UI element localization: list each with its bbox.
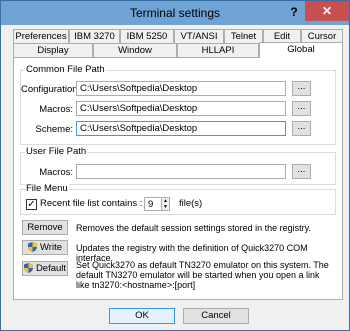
default-description: Set Quick3270 as default TN3270 emulator… [76, 260, 329, 290]
tab-window[interactable]: Window [93, 43, 177, 57]
tab-cursor[interactable]: Cursor [301, 29, 343, 43]
user-macros-browse-button[interactable]: ... [292, 164, 311, 179]
macros-browse-button[interactable]: ... [292, 101, 311, 116]
tab-edit[interactable]: Edit [263, 29, 301, 43]
macros-label: Macros: [39, 104, 73, 115]
write-button[interactable]: Write [22, 240, 68, 255]
tab-vt-ansi[interactable]: VT/ANSI [174, 29, 224, 43]
uac-shield-icon [28, 242, 37, 253]
scheme-label: Scheme: [35, 124, 74, 135]
uac-shield-icon [23, 263, 33, 274]
tab-ibm5250[interactable]: IBM 5250 [120, 29, 174, 43]
recent-file-list-label: Recent file list contains : [40, 198, 143, 209]
ok-button[interactable]: OK [109, 308, 175, 324]
scheme-path-input[interactable]: C:\Users\Softpedia\Desktop [76, 121, 286, 136]
close-button[interactable]: ✕ [305, 1, 349, 21]
tab-preferences[interactable]: Preferences [13, 29, 69, 43]
configuration-path-input[interactable]: C:\Users\Softpedia\Desktop [76, 81, 286, 96]
recent-file-count-spinner[interactable]: ▲ ▼ [161, 197, 170, 211]
user-file-path-title: User File Path [25, 146, 88, 157]
macros-path-input[interactable]: C:\Users\Softpedia\Desktop [76, 101, 286, 116]
remove-button[interactable]: Remove [22, 220, 68, 235]
common-file-path-group: Common File Path Configuration: C:\Users… [20, 64, 336, 145]
scheme-browse-button[interactable]: ... [292, 121, 311, 136]
user-macros-label: Macros: [39, 167, 73, 178]
cancel-button[interactable]: Cancel [183, 308, 249, 324]
default-button-label: Default [35, 263, 67, 274]
help-button[interactable]: ? [287, 4, 301, 20]
file-menu-title: File Menu [25, 183, 69, 194]
default-button[interactable]: Default [22, 261, 68, 276]
user-macros-path-input[interactable] [76, 164, 286, 179]
configuration-label: Configuration: [21, 84, 81, 95]
user-file-path-group: User File Path Macros: ... [20, 146, 336, 185]
global-tab-panel: Common File Path Configuration: C:\Users… [13, 57, 343, 300]
recent-file-count-input[interactable]: 9 [144, 197, 162, 211]
tab-ibm3270[interactable]: IBM 3270 [69, 29, 120, 43]
tab-global[interactable]: Global [259, 42, 343, 58]
tab-telnet[interactable]: Telnet [224, 29, 263, 43]
tab-hllapi[interactable]: HLLAPI [177, 43, 259, 57]
dialog-body: Preferences IBM 3270 IBM 5250 VT/ANSI Te… [7, 27, 343, 325]
remove-description: Removes the default session settings sto… [76, 223, 311, 233]
title-bar: Terminal settings ? ✕ [1, 1, 349, 25]
configuration-browse-button[interactable]: ... [292, 81, 311, 96]
common-file-path-title: Common File Path [25, 64, 106, 75]
terminal-settings-dialog: Terminal settings ? ✕ Preferences IBM 32… [0, 0, 350, 331]
write-button-label: Write [40, 242, 62, 253]
file-menu-group: File Menu ✓ Recent file list contains : … [20, 183, 336, 215]
recent-file-list-checkbox[interactable]: ✓ [26, 199, 37, 210]
tab-display[interactable]: Display [13, 43, 93, 57]
files-unit-label: file(s) [179, 198, 203, 209]
